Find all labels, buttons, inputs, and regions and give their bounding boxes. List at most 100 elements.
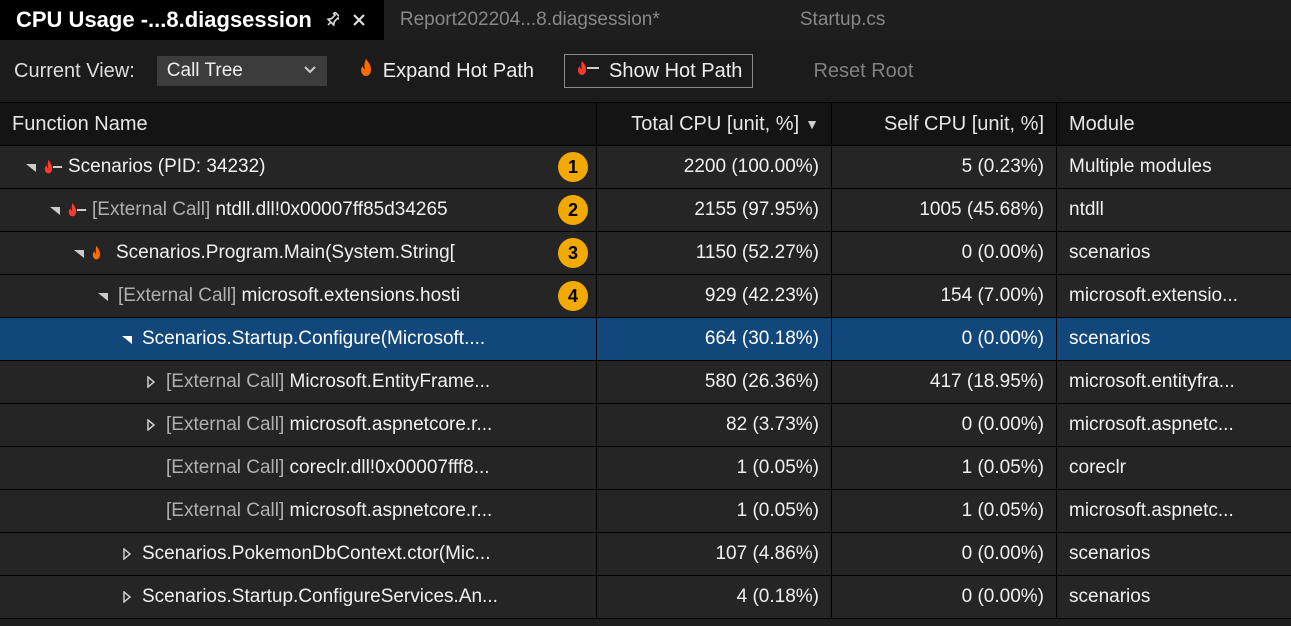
column-header-self-cpu[interactable]: Self CPU [unit, %] xyxy=(832,103,1057,145)
function-cell: Scenarios.Startup.ConfigureServices.An..… xyxy=(0,576,597,618)
table-row[interactable]: Scenarios (PID: 34232) 1 2200 (100.00%)5 (… xyxy=(0,146,1291,189)
expander-closed-icon[interactable] xyxy=(140,376,162,388)
column-header-function[interactable]: Function Name xyxy=(0,103,597,145)
step-badge: 4 xyxy=(558,281,588,311)
view-dropdown[interactable]: Call Tree xyxy=(157,56,327,86)
total-cpu-cell: 4 (0.18%) xyxy=(597,576,832,618)
table-row[interactable]: [External Call] microsoft.extensions.hos… xyxy=(0,275,1291,318)
function-cell: [External Call] microsoft.aspnetcore.r..… xyxy=(0,404,597,446)
external-call-prefix: [External Call] xyxy=(166,414,290,435)
function-cell: Scenarios (PID: 34232) 1 xyxy=(0,146,597,188)
module-cell: microsoft.aspnetc... xyxy=(1057,490,1291,532)
flame-trail-icon xyxy=(66,201,88,219)
function-name: [External Call] microsoft.aspnetcore.r..… xyxy=(166,414,492,436)
table-row[interactable]: Scenarios.Program.Main(System.String[311… xyxy=(0,232,1291,275)
expander-closed-icon[interactable] xyxy=(116,548,138,560)
total-cpu-cell: 664 (30.18%) xyxy=(597,318,832,360)
module-cell: microsoft.aspnetc... xyxy=(1057,404,1291,446)
self-cpu-cell: 0 (0.00%) xyxy=(832,576,1057,618)
external-call-prefix: [External Call] xyxy=(166,500,290,521)
function-name: Scenarios (PID: 34232) xyxy=(68,156,266,178)
function-name: [External Call] Microsoft.EntityFrame... xyxy=(166,371,490,393)
module-cell: scenarios xyxy=(1057,232,1291,274)
total-cpu-cell: 82 (3.73%) xyxy=(597,404,832,446)
self-cpu-cell: 0 (0.00%) xyxy=(832,404,1057,446)
function-name: Scenarios.Startup.ConfigureServices.An..… xyxy=(142,586,498,608)
table-row[interactable]: [External Call] ntdll.dll!0x00007ff85d34… xyxy=(0,189,1291,232)
self-cpu-cell: 0 (0.00%) xyxy=(832,318,1057,360)
self-cpu-cell: 0 (0.00%) xyxy=(832,232,1057,274)
external-call-prefix: [External Call] xyxy=(166,457,290,478)
table-row[interactable]: Scenarios.Startup.Configure(Microsoft...… xyxy=(0,318,1291,361)
expand-hot-path-button[interactable]: Expand Hot Path xyxy=(349,54,542,88)
document-tabs: CPU Usage -...8.diagsession Report202204… xyxy=(0,0,1291,40)
expander-open-icon[interactable] xyxy=(116,333,138,345)
tab-label: CPU Usage -...8.diagsession xyxy=(16,7,312,33)
module-cell: scenarios xyxy=(1057,318,1291,360)
expander-open-icon[interactable] xyxy=(44,204,66,216)
module-cell: Multiple modules xyxy=(1057,146,1291,188)
expander-open-icon[interactable] xyxy=(20,161,42,173)
function-cell: Scenarios.Startup.Configure(Microsoft...… xyxy=(0,318,597,360)
flame-icon xyxy=(90,244,112,262)
function-name: [External Call] ntdll.dll!0x00007ff85d34… xyxy=(92,199,448,221)
self-cpu-cell: 5 (0.23%) xyxy=(832,146,1057,188)
module-cell: microsoft.entityfra... xyxy=(1057,361,1291,403)
button-label: Expand Hot Path xyxy=(383,60,534,83)
function-cell: [External Call] coreclr.dll!0x00007fff8.… xyxy=(0,447,597,489)
external-call-prefix: [External Call] xyxy=(92,199,216,220)
tab-label: Report202204...8.diagsession* xyxy=(400,9,660,31)
table-row[interactable]: [External Call] coreclr.dll!0x00007fff8.… xyxy=(0,447,1291,490)
button-label: Show Hot Path xyxy=(609,60,742,83)
tab-cpu-usage[interactable]: CPU Usage -...8.diagsession xyxy=(0,0,384,40)
module-cell: microsoft.extensio... xyxy=(1057,275,1291,317)
total-cpu-cell: 580 (26.36%) xyxy=(597,361,832,403)
total-cpu-cell: 929 (42.23%) xyxy=(597,275,832,317)
table-row[interactable]: Scenarios.PokemonDbContext.ctor(Mic...10… xyxy=(0,533,1291,576)
total-cpu-cell: 1150 (52.27%) xyxy=(597,232,832,274)
toolbar: Current View: Call Tree Expand Hot Path … xyxy=(0,40,1291,102)
function-name: Scenarios.Program.Main(System.String[ xyxy=(116,242,455,264)
self-cpu-cell: 1 (0.05%) xyxy=(832,447,1057,489)
show-hot-path-button[interactable]: Show Hot Path xyxy=(564,54,753,88)
function-cell: Scenarios.Program.Main(System.String[3 xyxy=(0,232,597,274)
tab-report[interactable]: Report202204...8.diagsession* xyxy=(384,0,784,40)
module-cell: scenarios xyxy=(1057,576,1291,618)
table-row[interactable]: Scenarios.Startup.ConfigureServices.An..… xyxy=(0,576,1291,619)
function-cell: [External Call] Microsoft.EntityFrame... xyxy=(0,361,597,403)
function-name: [External Call] coreclr.dll!0x00007fff8.… xyxy=(166,457,490,479)
flame-icon xyxy=(357,58,375,84)
dropdown-value: Call Tree xyxy=(167,60,243,82)
table-row[interactable]: [External Call] Microsoft.EntityFrame...… xyxy=(0,361,1291,404)
tab-label: Startup.cs xyxy=(800,9,886,31)
total-cpu-cell: 1 (0.05%) xyxy=(597,447,832,489)
total-cpu-cell: 2155 (97.95%) xyxy=(597,189,832,231)
function-name: Scenarios.Startup.Configure(Microsoft...… xyxy=(142,328,485,350)
self-cpu-cell: 0 (0.00%) xyxy=(832,533,1057,575)
table-row[interactable]: [External Call] microsoft.aspnetcore.r..… xyxy=(0,490,1291,533)
step-badge: 1 xyxy=(558,152,588,182)
expander-open-icon[interactable] xyxy=(92,290,114,302)
expander-open-icon[interactable] xyxy=(68,247,90,259)
step-badge: 2 xyxy=(558,195,588,225)
expander-closed-icon[interactable] xyxy=(140,419,162,431)
function-cell: [External Call] microsoft.extensions.hos… xyxy=(0,275,597,317)
sort-desc-icon: ▼ xyxy=(805,116,819,132)
total-cpu-cell: 2200 (100.00%) xyxy=(597,146,832,188)
module-cell: ntdll xyxy=(1057,189,1291,231)
tab-startup-cs[interactable]: Startup.cs xyxy=(784,0,984,40)
close-icon[interactable] xyxy=(350,11,368,29)
function-cell: Scenarios.PokemonDbContext.ctor(Mic... xyxy=(0,533,597,575)
reset-root-button: Reset Root xyxy=(805,56,921,87)
chevron-down-icon xyxy=(303,60,317,82)
self-cpu-cell: 417 (18.95%) xyxy=(832,361,1057,403)
total-cpu-cell: 107 (4.86%) xyxy=(597,533,832,575)
column-header-module[interactable]: Module xyxy=(1057,103,1291,145)
table-row[interactable]: [External Call] microsoft.aspnetcore.r..… xyxy=(0,404,1291,447)
current-view-label: Current View: xyxy=(14,60,135,83)
pin-icon[interactable] xyxy=(322,11,340,29)
expander-closed-icon[interactable] xyxy=(116,591,138,603)
column-header-total-cpu[interactable]: Total CPU [unit, %] ▼ xyxy=(597,103,832,145)
flame-trail-icon xyxy=(575,59,601,83)
total-cpu-cell: 1 (0.05%) xyxy=(597,490,832,532)
